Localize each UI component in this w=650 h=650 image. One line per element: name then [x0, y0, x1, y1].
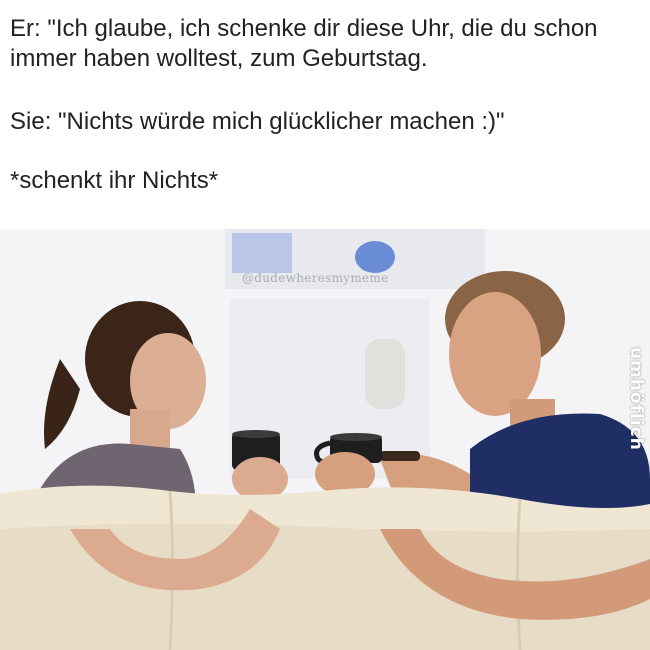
man-face [449, 292, 541, 416]
photo-illustration [0, 229, 650, 650]
umhoeflich-logo: umhöflich [626, 347, 646, 451]
caption-line-sie: Sie: "Nichts würde mich glücklicher mach… [10, 108, 505, 135]
caption-line-er: Er: "Ich glaube, ich schenke dir diese U… [10, 15, 598, 72]
couple-photo: @dudewheresmymeme umhöflich [0, 229, 650, 650]
watermark-text: @dudewheresmymeme [242, 271, 389, 285]
shelf-vase [355, 241, 395, 273]
man-watch [380, 451, 420, 461]
shelf-books [232, 233, 292, 273]
caption-line-punchline: *schenkt ihr Nichts* [10, 167, 219, 194]
background-lamp [365, 339, 405, 409]
